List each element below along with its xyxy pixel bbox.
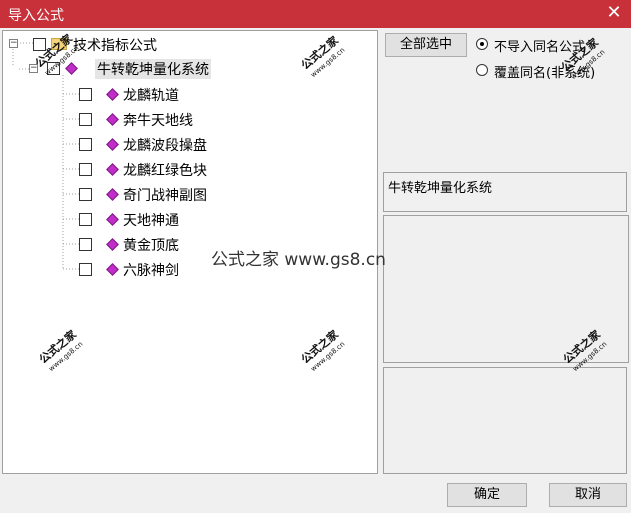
center-watermark: 公式之家 www.gs8.cn <box>211 250 386 270</box>
leaf-label: 天地神通 <box>123 213 179 229</box>
skip-duplicates-radio[interactable] <box>476 38 488 50</box>
leaf-checkbox[interactable] <box>79 113 92 126</box>
formula-icon <box>106 138 119 151</box>
formula-icon <box>106 163 119 176</box>
select-all-button[interactable]: 全部选中 <box>385 33 467 57</box>
selected-formula-box: 牛转乾坤量化系统 <box>383 172 627 212</box>
leaf-label: 龙麟红绿色块 <box>123 163 207 179</box>
collapse-icon[interactable]: − <box>9 39 18 48</box>
leaf-checkbox[interactable] <box>79 163 92 176</box>
formula-icon <box>106 188 119 201</box>
formula-icon <box>106 88 119 101</box>
system-label: 牛转乾坤量化系统 <box>95 59 211 79</box>
notes-box <box>383 367 627 474</box>
leaf-label: 六脉神剑 <box>123 263 179 279</box>
leaf-checkbox[interactable] <box>79 263 92 276</box>
leaf-label: 奇门战神副图 <box>123 188 207 204</box>
leaf-checkbox[interactable] <box>79 213 92 226</box>
overwrite-radio[interactable] <box>476 64 488 76</box>
leaf-label: 奔牛天地线 <box>123 113 193 129</box>
leaf-checkbox[interactable] <box>79 138 92 151</box>
formula-icon <box>106 263 119 276</box>
leaf-checkbox[interactable] <box>79 88 92 101</box>
title-bar: 导入公式 ✕ <box>0 0 631 28</box>
formula-icon <box>106 238 119 251</box>
window-title: 导入公式 <box>8 8 64 24</box>
formula-icon <box>106 113 119 126</box>
leaf-checkbox[interactable] <box>79 238 92 251</box>
selected-formula-name: 牛转乾坤量化系统 <box>388 181 493 196</box>
leaf-label: 龙麟轨道 <box>123 88 179 104</box>
formula-icon <box>106 213 119 226</box>
leaf-label: 龙麟波段操盘 <box>123 138 207 154</box>
ok-button[interactable]: 确定 <box>447 483 527 507</box>
close-icon[interactable]: ✕ <box>603 2 625 24</box>
leaf-checkbox[interactable] <box>79 188 92 201</box>
cancel-button[interactable]: 取消 <box>549 483 627 507</box>
root-label: 技术指标公式 <box>73 38 157 54</box>
leaf-label: 黄金顶底 <box>123 238 179 254</box>
